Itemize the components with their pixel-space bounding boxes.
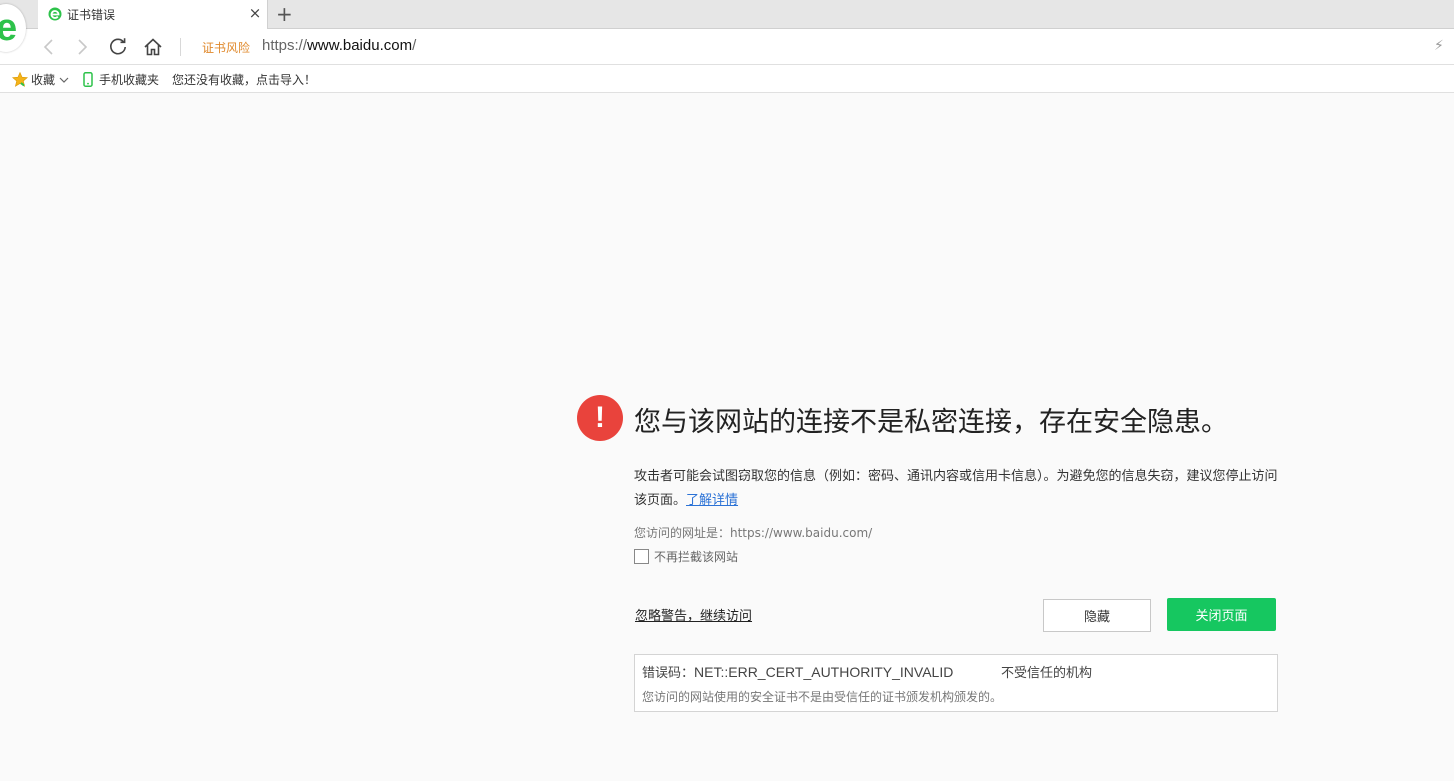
no-intercept-option[interactable]: 不再拦截该网站	[634, 548, 738, 565]
back-button[interactable]	[37, 36, 59, 58]
bookmark-import-hint[interactable]: 您还没有收藏，点击导入！	[172, 71, 316, 88]
error-details-box: 错误码：NET::ERR_CERT_AUTHORITY_INVALID 不受信任…	[634, 654, 1278, 712]
error-code: NET::ERR_CERT_AUTHORITY_INVALID	[694, 664, 954, 680]
new-tab-button[interactable]: +	[276, 2, 293, 26]
error-reason: 不受信任的机构	[1001, 666, 1093, 681]
bookmark-label: 收藏	[31, 73, 56, 87]
bookmark-mobile[interactable]: 手机收藏夹	[83, 71, 159, 88]
back-arrow-icon	[43, 39, 53, 55]
url-host: www.baidu.com	[307, 37, 413, 54]
refresh-button[interactable]	[107, 36, 129, 58]
no-intercept-label: 不再拦截该网站	[654, 550, 739, 564]
tab-active[interactable]: 证书错误 ×	[38, 0, 268, 29]
address-toolbar: 证书风险 https://www.baidu.com/ ⚡	[0, 29, 1454, 65]
home-button[interactable]	[142, 36, 164, 58]
error-exclamation-icon: !	[577, 395, 623, 441]
refresh-icon	[110, 38, 126, 55]
url-scheme: https://	[262, 37, 308, 54]
error-page: ! 您与该网站的连接不是私密连接，存在安全隐患。 攻击者可能会试图窃取您的信息（…	[0, 94, 1454, 781]
browser-favicon-icon	[48, 7, 62, 21]
bookmarks-bar: 收藏 手机收藏夹 您还没有收藏，点击导入！	[0, 65, 1454, 93]
lightning-icon[interactable]: ⚡	[1434, 38, 1444, 54]
url-path: /	[412, 37, 417, 54]
no-intercept-checkbox[interactable]	[634, 549, 649, 564]
hide-button[interactable]: 隐藏	[1043, 599, 1151, 632]
error-code-label: 错误码：	[642, 666, 695, 681]
error-detail-text: 您访问的网站使用的安全证书不是由受信任的证书颁发机构颁发的。	[642, 690, 1003, 704]
forward-arrow-icon	[78, 39, 88, 55]
close-page-button[interactable]: 关闭页面	[1167, 598, 1276, 631]
star-icon	[12, 72, 28, 87]
bookmark-label: 您还没有收藏，点击导入！	[172, 73, 317, 87]
ignore-warning-link[interactable]: 忽略警告，继续访问	[635, 605, 752, 624]
bookmark-favorites[interactable]: 收藏	[12, 71, 69, 88]
home-icon	[144, 38, 162, 56]
page-title: 您与该网站的连接不是私密连接，存在安全隐患。	[634, 407, 1228, 438]
visited-url-text: 您访问的网址是：https://www.baidu.com/	[634, 526, 873, 540]
tab-strip: e 证书错误 × +	[0, 0, 1454, 52]
tab-title: 证书错误	[67, 8, 116, 22]
bookmark-label: 手机收藏夹	[99, 73, 160, 87]
phone-icon	[83, 72, 93, 87]
address-input[interactable]: https://www.baidu.com/	[262, 37, 416, 54]
toolbar-divider	[180, 38, 181, 56]
tab-close-icon[interactable]: ×	[246, 4, 264, 22]
forward-button[interactable]	[72, 36, 94, 58]
error-description: 攻击者可能会试图窃取您的信息（例如：密码、通讯内容或信用卡信息）。为避免您的信息…	[634, 465, 1284, 513]
chevron-down-icon	[59, 77, 69, 83]
learn-more-link[interactable]: 了解详情	[686, 493, 738, 508]
cert-risk-badge[interactable]: 证书风险	[202, 39, 250, 56]
error-code-row: 错误码：NET::ERR_CERT_AUTHORITY_INVALID	[642, 662, 953, 681]
